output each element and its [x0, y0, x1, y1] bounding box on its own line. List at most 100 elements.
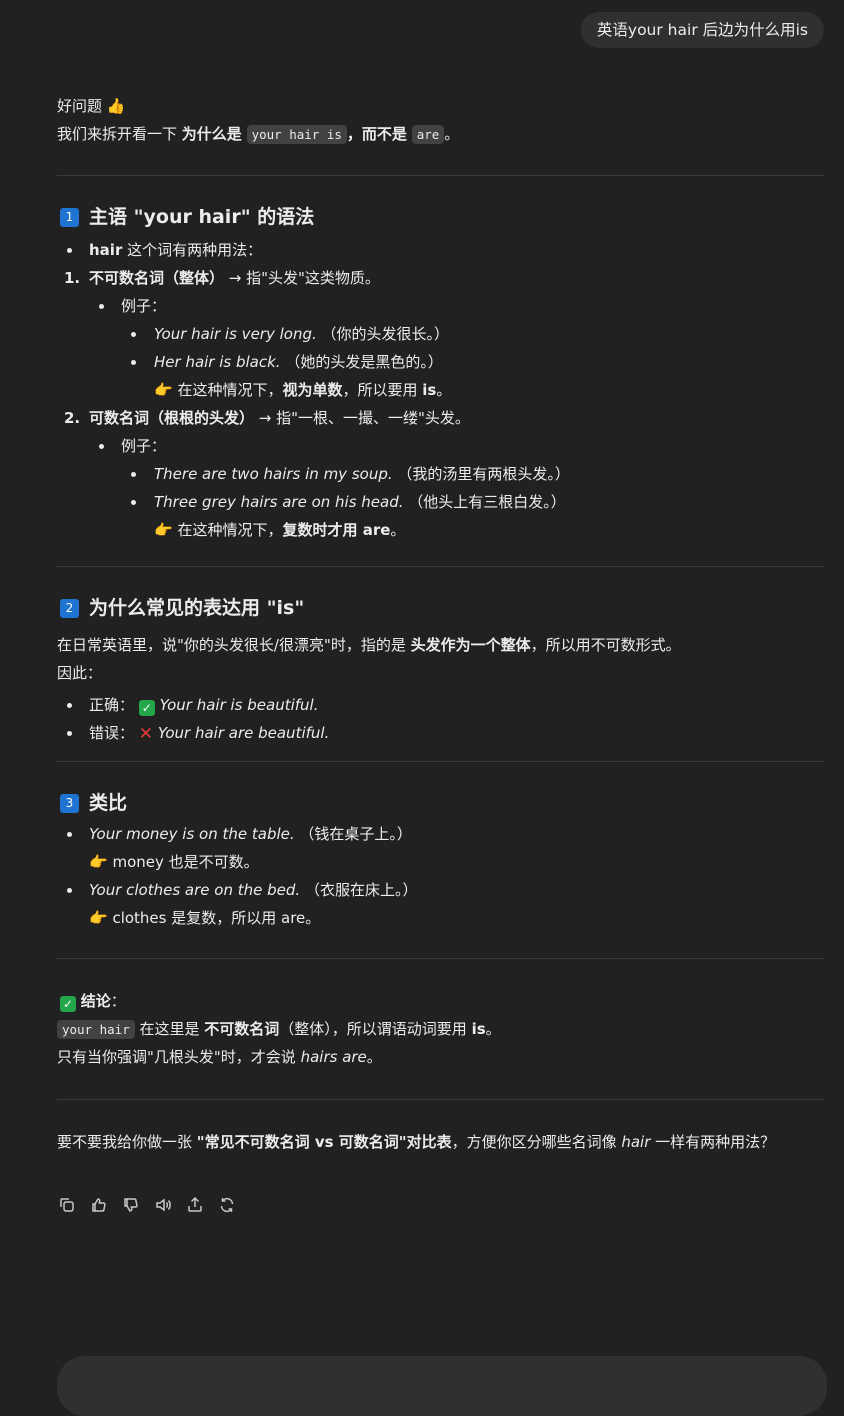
- intro-bold: 为什么是: [181, 125, 242, 143]
- note-text: money 也是不可数。: [107, 853, 259, 871]
- message-composer[interactable]: [57, 1356, 827, 1416]
- list-item: Your clothes are on the bed. （衣服在床上。）: [57, 876, 825, 904]
- example-sentence: Your hair is very long.: [154, 325, 317, 343]
- share-button[interactable]: [185, 1195, 205, 1215]
- section-2-title: 为什么常见的表达用 "is": [89, 597, 305, 619]
- followup-text: 一样有两种用法？: [650, 1133, 776, 1151]
- message-action-toolbar: [57, 1195, 237, 1215]
- thumbs-down-button[interactable]: [121, 1195, 141, 1215]
- item-bold: 可数名词（根根的头发）: [89, 409, 255, 427]
- check-icon: ✓: [60, 996, 76, 1012]
- conclusion-bold: 不可数名词: [204, 1020, 280, 1038]
- note-bold: is: [422, 381, 437, 399]
- note-text: 在这种情况下，: [172, 381, 283, 399]
- pointing-hand-icon: 👉: [89, 909, 108, 927]
- paragraph: 因此：: [57, 659, 825, 687]
- pointing-hand-icon: 👉: [89, 853, 108, 871]
- conclusion-italic: hairs are: [300, 1048, 367, 1066]
- section-1-title: 主语 "your hair" 的语法: [89, 206, 315, 228]
- code-your-hair-is: your hair is: [246, 125, 347, 144]
- thumbs-up-icon: [92, 1198, 106, 1212]
- example-sentence: Three grey hairs are on his head.: [154, 493, 404, 511]
- correct-sentence: Your hair is beautiful.: [159, 696, 319, 714]
- intro-text-a: 我们来拆开看一下: [57, 125, 182, 143]
- list-item: 例子：: [57, 292, 825, 320]
- list-item: Your hair is very long. （你的头发很长。）: [57, 320, 825, 348]
- example-label: 例子：: [121, 297, 167, 315]
- share-icon: [188, 1196, 202, 1212]
- note-bold: 视为单数: [282, 381, 343, 399]
- example-translation: （她的头发是黑色的。）: [280, 353, 443, 371]
- ol-number: 2.: [64, 409, 81, 427]
- note-text: clothes 是复数，所以用 are。: [107, 909, 321, 927]
- cross-icon: ✕: [138, 724, 154, 744]
- conclusion-line-1: your hair 在这里是 不可数名词（整体），所以谓语动词要用 is。: [57, 1015, 825, 1043]
- note-line: 👉 在这种情况下，复数时才用 are。: [57, 516, 825, 544]
- para-text: 因此：: [57, 664, 103, 682]
- copy-button[interactable]: [57, 1195, 77, 1215]
- thumbs-up-button[interactable]: [89, 1195, 109, 1215]
- item-text: → 指"一根、一撮、一缕"头发。: [254, 409, 470, 427]
- item-bold: 不可数名词（整体）: [89, 269, 225, 287]
- conclusion-title: 结论: [80, 992, 111, 1010]
- conclusion-text: （整体），所以谓语动词要用: [279, 1020, 472, 1038]
- regenerate-button[interactable]: [217, 1195, 237, 1215]
- example-sentence: Your money is on the table.: [89, 825, 295, 843]
- wrong-sentence: Your hair are beautiful.: [157, 724, 330, 742]
- conclusion-colon: ：: [110, 992, 126, 1010]
- section-1-heading: 1 主语 "your hair" 的语法: [57, 204, 825, 230]
- intro-end: 。: [444, 125, 460, 143]
- followup-italic: hair: [621, 1133, 651, 1151]
- thumbs-up-icon: 👍: [106, 97, 126, 115]
- paragraph: 在日常英语里，说"你的头发很长/很漂亮"时，指的是 头发作为一个整体，所以用不可…: [57, 631, 825, 659]
- note-bold: 复数时才用 are: [282, 521, 391, 539]
- refresh-icon: [220, 1197, 234, 1213]
- conclusion-text: 。: [366, 1048, 382, 1066]
- example-sentence: Her hair is black.: [154, 353, 281, 371]
- pointing-hand-icon: 👉: [154, 521, 173, 539]
- intro-line-1: 好问题 👍: [57, 92, 825, 120]
- example-label: 例子：: [121, 437, 167, 455]
- user-message-bubble: 英语your hair 后边为什么用is: [580, 12, 824, 48]
- note-line: 👉 在这种情况下，视为单数，所以要用 is。: [57, 376, 825, 404]
- list-item: 正确： ✓ Your hair is beautiful.: [57, 691, 825, 719]
- conclusion-line-2: 只有当你强调"几根头发"时，才会说 hairs are。: [57, 1043, 825, 1071]
- list-item: Three grey hairs are on his head. （他头上有三…: [57, 488, 825, 516]
- wrong-label: 错误：: [89, 724, 135, 742]
- ordered-item-1: 1. 不可数名词（整体） → 指"头发"这类物质。: [57, 264, 825, 292]
- section-2-heading: 2 为什么常见的表达用 "is": [57, 595, 825, 621]
- follow-up-question: 要不要我给你做一张 "常见不可数名词 vs 可数名词"对比表，方便你区分哪些名词…: [57, 1128, 825, 1156]
- para-text: 在日常英语里，说"你的头发很长/很漂亮"时，指的是: [57, 636, 411, 654]
- bullet-text: 这个词有两种用法：: [122, 241, 263, 259]
- conclusion-bold: is: [471, 1020, 486, 1038]
- example-translation: （他头上有三根白发。）: [403, 493, 566, 511]
- list-item: Your money is on the table. （钱在桌子上。）: [57, 820, 825, 848]
- example-translation: （你的头发很长。）: [316, 325, 450, 343]
- intro-text: 好问题: [57, 97, 107, 115]
- list-item: Her hair is black. （她的头发是黑色的。）: [57, 348, 825, 376]
- speaker-icon: [156, 1198, 171, 1212]
- example-translation: （我的汤里有两根头发。）: [392, 465, 570, 483]
- note-text: ，所以要用: [342, 381, 423, 399]
- para-text: ，所以用不可数形式。: [530, 636, 681, 654]
- section-3-title: 类比: [89, 792, 128, 814]
- example-translation: （钱在桌子上。）: [294, 825, 412, 843]
- intro-line-2: 我们来拆开看一下 为什么是 your hair is ，而不是 are。: [57, 120, 825, 148]
- assistant-answer: 好问题 👍 我们来拆开看一下 为什么是 your hair is ，而不是 are…: [57, 92, 825, 1156]
- pointing-hand-icon: 👉: [154, 381, 173, 399]
- code-are: are: [411, 125, 445, 144]
- note-text: 在这种情况下，: [172, 521, 283, 539]
- followup-text: ，方便你区分哪些名词像: [451, 1133, 622, 1151]
- list-item: hair 这个词有两种用法：: [57, 236, 825, 264]
- thumbs-down-icon: [124, 1198, 138, 1212]
- list-item: There are two hairs in my soup. （我的汤里有两根…: [57, 460, 825, 488]
- note-text: 。: [436, 381, 452, 399]
- read-aloud-button[interactable]: [153, 1195, 173, 1215]
- bold-hair: hair: [89, 241, 123, 259]
- followup-text: 要不要我给你做一张: [57, 1133, 197, 1151]
- note-line: 👉 money 也是不可数。: [57, 848, 825, 876]
- note-text: 。: [390, 521, 406, 539]
- followup-bold: "常见不可数名词 vs 可数名词"对比表: [196, 1133, 452, 1151]
- example-sentence: Your clothes are on the bed.: [89, 881, 301, 899]
- number-2-icon: 2: [60, 598, 79, 618]
